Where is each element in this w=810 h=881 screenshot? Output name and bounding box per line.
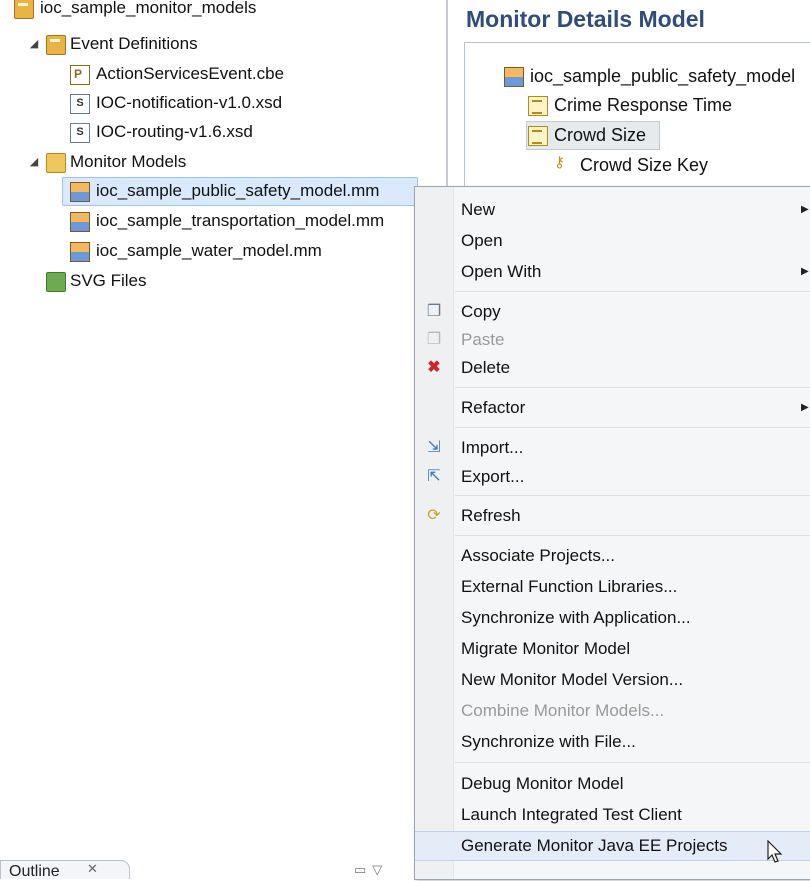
menu-item-label: Copy bbox=[461, 302, 501, 321]
menu-item-label: Paste bbox=[461, 330, 505, 349]
menu-item-refresh[interactable]: ⟳ Refresh bbox=[415, 501, 810, 531]
menu-item-migrate-monitor-model[interactable]: Migrate Monitor Model bbox=[415, 634, 810, 664]
menu-item-open-with[interactable]: Open With ▶ bbox=[415, 257, 810, 287]
menu-item-copy[interactable]: ❐ Copy bbox=[415, 297, 810, 327]
menu-item-label: Combine Monitor Models... bbox=[461, 701, 665, 720]
tree-item-label: ioc_sample_water_model.mm bbox=[96, 241, 322, 260]
submenu-arrow-icon: ▶ bbox=[801, 402, 809, 413]
menu-item-label: Refresh bbox=[461, 506, 521, 525]
tree-item-label: ioc_sample_public_safety_model bbox=[530, 66, 796, 86]
tree-item-label: IOC-notification-v1.0.xsd bbox=[96, 93, 283, 112]
monitor-model-icon bbox=[504, 67, 524, 87]
outline-tab-label: Outline bbox=[9, 863, 60, 880]
monitor-model-file-icon bbox=[70, 182, 90, 202]
menu-item-label: Associate Projects... bbox=[461, 546, 616, 565]
xsd-file-icon: S bbox=[70, 123, 90, 143]
monitor-model-file-icon bbox=[70, 242, 90, 262]
expand-triangle-icon[interactable]: ◢ bbox=[28, 30, 40, 58]
menu-item-open[interactable]: Open bbox=[415, 226, 810, 256]
menu-item-label: Open With bbox=[461, 262, 542, 281]
tree-item-label: Crime Response Time bbox=[554, 95, 733, 115]
menu-item-generate-monitor-java-ee-projects[interactable]: Generate Monitor Java EE Projects bbox=[415, 831, 810, 861]
delete-icon: ✖ bbox=[427, 359, 441, 376]
menu-item-label: New Monitor Model Version... bbox=[461, 670, 684, 689]
menu-item-label: Synchronize with Application... bbox=[461, 608, 691, 627]
expand-triangle-icon[interactable]: ◢ bbox=[28, 148, 40, 176]
monitor-model-file-icon bbox=[70, 212, 90, 232]
tree-item-label: Event Definitions bbox=[70, 34, 198, 53]
menu-item-label: New bbox=[461, 200, 496, 219]
export-icon: ⇱ bbox=[427, 468, 441, 485]
menu-item-label: Delete bbox=[461, 358, 511, 377]
menu-item-label: External Function Libraries... bbox=[461, 577, 678, 596]
menu-separator bbox=[455, 535, 810, 536]
menu-item-refactor[interactable]: Refactor ▶ bbox=[415, 393, 810, 423]
tree-item-label: ioc_sample_monitor_models bbox=[40, 0, 257, 17]
menu-separator bbox=[455, 762, 810, 763]
menu-item-associate-projects[interactable]: Associate Projects... bbox=[415, 541, 810, 571]
chevron-down-icon[interactable]: ▽ bbox=[372, 862, 388, 877]
svg-folder-icon bbox=[46, 272, 66, 292]
menu-item-synchronize-with-application[interactable]: Synchronize with Application... bbox=[415, 603, 810, 633]
view-controls[interactable]: ▭▽ bbox=[354, 862, 388, 878]
copy-icon: ❐ bbox=[426, 303, 442, 320]
monitor-models-folder-icon bbox=[46, 153, 66, 173]
refresh-icon: ⟳ bbox=[427, 507, 441, 524]
tree-item-label: SVG Files bbox=[70, 271, 147, 290]
package-folder-icon bbox=[46, 35, 66, 55]
metric-icon bbox=[528, 126, 548, 146]
tree-item-label: ActionServicesEvent.cbe bbox=[96, 64, 285, 83]
context-menu: New ▶ Open Open With ▶ ❐ Copy ❐ Paste ✖ … bbox=[414, 186, 810, 880]
mouse-cursor-icon bbox=[767, 840, 783, 863]
xsd-file-icon: S bbox=[70, 94, 90, 114]
menu-item-label: Open bbox=[461, 231, 503, 250]
project-explorer: ioc_sample_monitor_models ◢ Event Defini… bbox=[0, 0, 448, 878]
menu-item-new[interactable]: New ▶ bbox=[415, 195, 810, 225]
menu-item-label: Launch Integrated Test Client bbox=[461, 805, 682, 824]
menu-item-delete[interactable]: ✖ Delete bbox=[415, 353, 810, 383]
menu-separator bbox=[455, 427, 810, 428]
paste-icon: ❐ bbox=[426, 331, 442, 348]
menu-item-launch-integrated-test-client[interactable]: Launch Integrated Test Client bbox=[415, 800, 810, 830]
menu-item-paste[interactable]: ❐ Paste bbox=[415, 325, 810, 355]
menu-item-label: Export... bbox=[461, 467, 525, 486]
menu-item-external-function-libraries[interactable]: External Function Libraries... bbox=[415, 572, 810, 602]
menu-item-label: Synchronize with File... bbox=[461, 732, 636, 751]
menu-item-export[interactable]: ⇱ Export... bbox=[415, 462, 810, 492]
tree-item-label: Crowd Size Key bbox=[580, 155, 709, 175]
menu-item-label: Import... bbox=[461, 438, 524, 457]
submenu-arrow-icon: ▶ bbox=[801, 204, 809, 215]
menu-item-label: Generate Monitor Java EE Projects bbox=[461, 836, 728, 855]
menu-item-combine-monitor-models[interactable]: Combine Monitor Models... bbox=[415, 696, 810, 726]
menu-item-import[interactable]: ⇲ Import... bbox=[415, 433, 810, 463]
menu-item-debug-monitor-model[interactable]: Debug Monitor Model bbox=[415, 769, 810, 799]
submenu-arrow-icon: ▶ bbox=[801, 266, 809, 277]
minimize-icon[interactable]: ▭ bbox=[354, 862, 372, 877]
menu-separator bbox=[455, 291, 810, 292]
tree-item-label: Crowd Size bbox=[554, 125, 647, 145]
menu-separator bbox=[455, 495, 810, 496]
tree-item-label: IOC-routing-v1.6.xsd bbox=[96, 122, 253, 141]
outline-tab[interactable]: Outline ✕ bbox=[0, 860, 130, 880]
tree-item-label: Monitor Models bbox=[70, 152, 187, 171]
menu-item-synchronize-with-file[interactable]: Synchronize with File... bbox=[415, 727, 810, 757]
project-icon bbox=[14, 0, 34, 19]
menu-item-label: Debug Monitor Model bbox=[461, 774, 624, 793]
menu-item-label: Refactor bbox=[461, 398, 526, 417]
cbe-file-icon bbox=[70, 60, 90, 88]
close-icon[interactable]: ✕ bbox=[87, 861, 98, 877]
metric-icon bbox=[528, 96, 548, 116]
import-icon: ⇲ bbox=[427, 439, 441, 456]
menu-separator bbox=[455, 387, 810, 388]
menu-item-new-monitor-model-version[interactable]: New Monitor Model Version... bbox=[415, 665, 810, 695]
key-icon: ⚷ bbox=[554, 154, 565, 171]
tree-item-label: ioc_sample_transportation_model.mm bbox=[96, 211, 385, 230]
editor-title: Monitor Details Model bbox=[466, 6, 705, 32]
menu-item-label: Migrate Monitor Model bbox=[461, 639, 631, 658]
tree-item-label: ioc_sample_public_safety_model.mm bbox=[96, 181, 380, 200]
